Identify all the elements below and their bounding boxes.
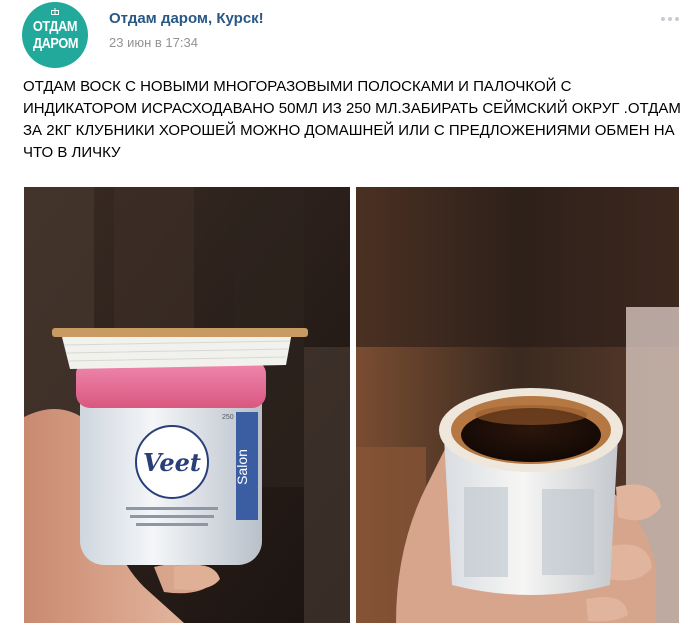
group-avatar[interactable]: ОТДАМ ДАРОМ	[22, 2, 88, 68]
photo-closed-jar[interactable]: Veet Salon 250	[24, 187, 350, 623]
avatar-text-line1: ОТДАМ	[32, 18, 78, 35]
gift-icon	[51, 8, 59, 15]
jar-vertical-label: Salon	[234, 449, 250, 485]
dot	[661, 17, 665, 21]
jar-volume-label: 250	[222, 414, 234, 421]
photo-open-jar[interactable]	[356, 187, 679, 623]
avatar-text-line2: ДАРОМ	[32, 35, 78, 52]
post-text: ОТДАМ ВОСК С НОВЫМИ МНОГОРАЗОВЫМИ ПОЛОСК…	[23, 78, 681, 161]
dot	[675, 17, 679, 21]
photo-closed-jar-image: Veet Salon 250	[24, 187, 350, 623]
jar-brand-label: Veet	[143, 448, 201, 477]
group-name-link[interactable]: Отдам даром, Курск!	[109, 10, 264, 27]
dot	[668, 17, 672, 21]
post-card: ОТДАМ ДАРОМ Отдам даром, Курск! 23 июн в…	[0, 0, 695, 640]
more-dots-icon[interactable]	[657, 14, 683, 24]
photo-open-jar-image	[356, 187, 679, 623]
post-date-link[interactable]: 23 июн в 17:34	[109, 35, 198, 50]
